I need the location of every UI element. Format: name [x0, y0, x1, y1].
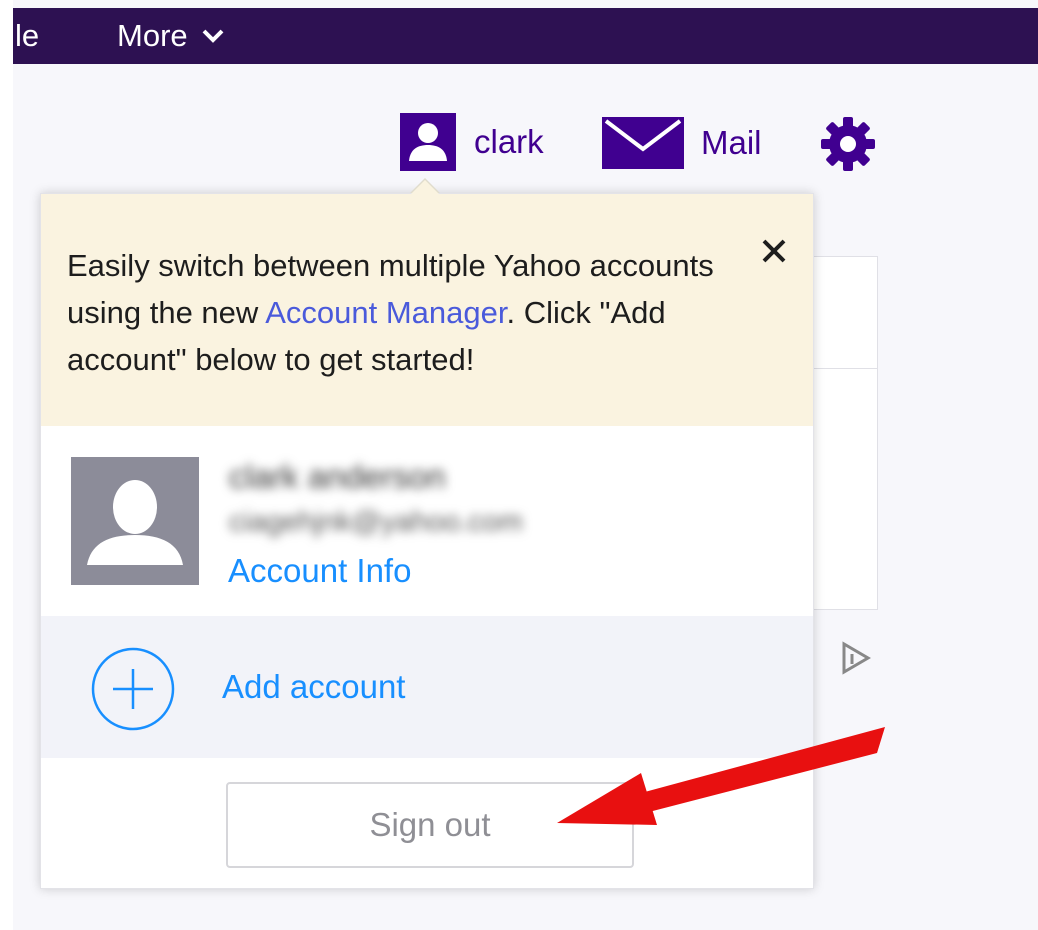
account-info-link[interactable]: Account Info [228, 552, 411, 590]
account-manager-link[interactable]: Account Manager [265, 295, 506, 330]
ad-choices-icon[interactable] [838, 640, 876, 676]
chevron-down-icon [202, 29, 224, 43]
nav-more-label: More [117, 18, 188, 53]
top-nav-bar: le More [13, 8, 1038, 64]
popup-caret [411, 180, 439, 194]
user-icon [400, 113, 456, 171]
close-icon[interactable] [757, 234, 791, 268]
nav-more-menu[interactable]: More [117, 18, 224, 54]
nav-item-partial[interactable]: le [15, 18, 39, 54]
default-avatar-icon [71, 457, 199, 585]
user-name-label: clark [474, 123, 544, 160]
mail-label: Mail [701, 124, 762, 161]
mail-icon [602, 117, 684, 169]
account-manager-promo: Easily switch between multiple Yahoo acc… [41, 194, 813, 426]
red-annotation-arrow-icon [557, 727, 885, 825]
avatar [71, 457, 199, 585]
add-account-label: Add account [222, 668, 406, 705]
account-email: ciagehjnk@yahoo.com [229, 506, 523, 538]
user-account-button[interactable]: clark [400, 113, 544, 171]
gear-icon[interactable] [818, 114, 878, 174]
plus-circle-icon [91, 647, 175, 731]
current-account-row: clark anderson ciagehjnk@yahoo.com Accou… [41, 426, 813, 616]
account-name: clark anderson [229, 458, 446, 495]
promo-text: Easily switch between multiple Yahoo acc… [67, 242, 747, 383]
mail-button[interactable]: Mail [602, 115, 762, 171]
